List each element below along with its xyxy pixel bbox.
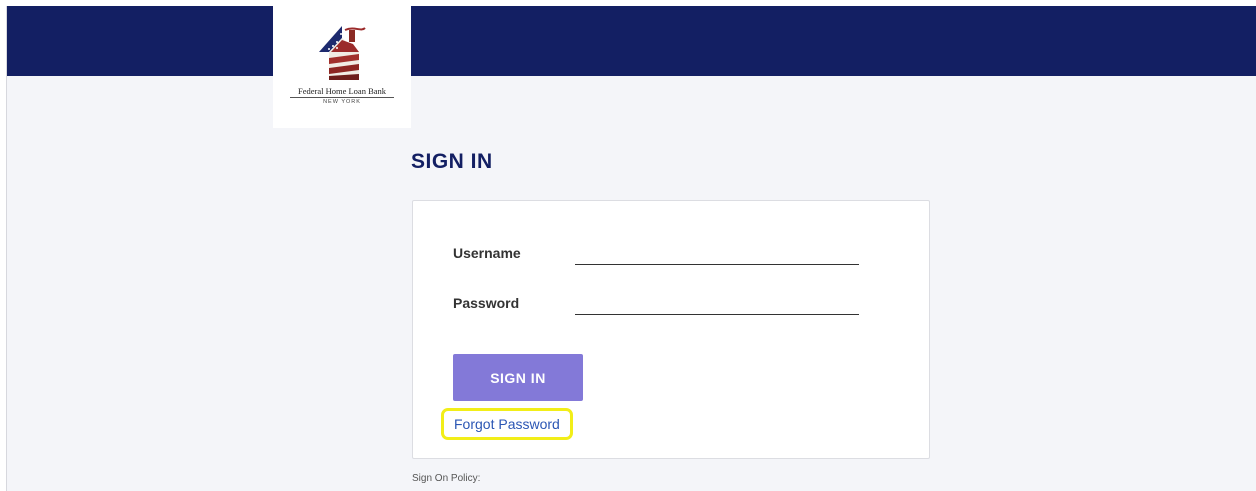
logo-name: Federal Home Loan Bank: [297, 86, 387, 96]
page-title: SIGN IN: [411, 150, 493, 173]
password-input[interactable]: [575, 293, 859, 315]
page-background: Federal Home Loan Bank NEW YORK SIGN IN …: [6, 6, 1256, 491]
sign-in-button[interactable]: SIGN IN: [453, 354, 583, 401]
forgot-password-link[interactable]: Forgot Password: [441, 408, 573, 440]
bank-logo[interactable]: Federal Home Loan Bank NEW YORK: [273, 6, 411, 128]
header-bar: [7, 6, 1256, 76]
password-label: Password: [453, 295, 520, 311]
house-flag-icon: [319, 26, 366, 80]
logo-subtitle: NEW YORK: [290, 97, 394, 105]
sign-on-policy-link[interactable]: Sign On Policy:: [412, 473, 480, 484]
username-input[interactable]: [575, 243, 859, 265]
username-label: Username: [453, 245, 521, 261]
sign-in-card: Username Password SIGN IN Forgot Passwor…: [412, 200, 930, 459]
